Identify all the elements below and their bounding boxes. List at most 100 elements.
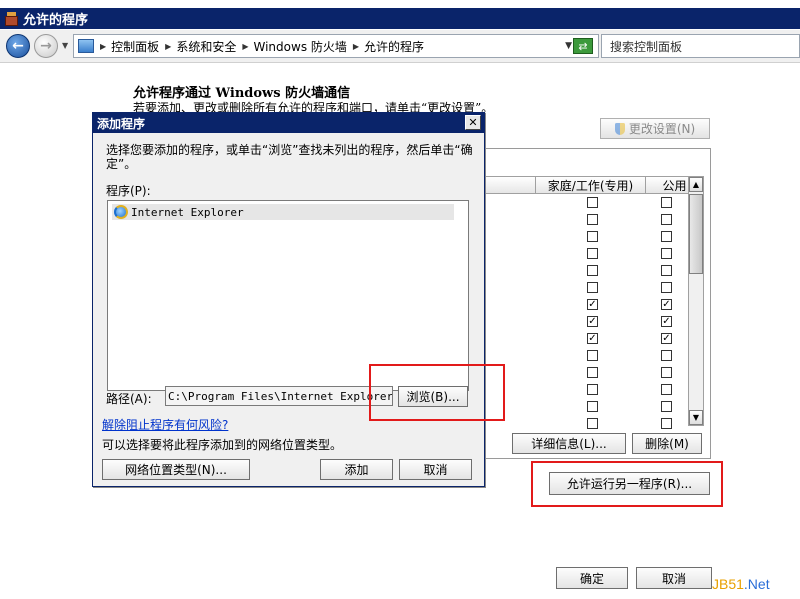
window-title-bar: 允许的程序 bbox=[0, 8, 800, 29]
table-row[interactable] bbox=[482, 415, 688, 432]
table-row[interactable] bbox=[482, 245, 688, 262]
search-input[interactable]: 搜索控制面板 bbox=[601, 34, 800, 58]
scroll-down-icon[interactable]: ▼ bbox=[689, 410, 703, 425]
home-work-checkbox[interactable] bbox=[587, 214, 598, 225]
breadcrumb[interactable]: ▶ 控制面板 ▶ 系统和安全 ▶ Windows 防火墙 ▶ 允许的程序 ▼ bbox=[73, 34, 599, 58]
breadcrumb-separator-icon[interactable]: ▶ bbox=[165, 42, 171, 51]
public-checkbox[interactable]: ✓ bbox=[661, 299, 672, 310]
column-header-name[interactable] bbox=[482, 176, 536, 194]
home-work-checkbox[interactable] bbox=[587, 197, 598, 208]
details-button[interactable]: 详细信息(L)... bbox=[512, 433, 626, 454]
public-checkbox[interactable] bbox=[661, 384, 672, 395]
public-checkbox[interactable] bbox=[661, 265, 672, 276]
program-name: Internet Explorer bbox=[131, 205, 244, 219]
home-work-checkbox[interactable] bbox=[587, 401, 598, 412]
control-panel-icon bbox=[78, 39, 94, 53]
breadcrumb-control-panel[interactable]: 控制面板 bbox=[111, 38, 159, 55]
table-row[interactable]: ✓ ✓ bbox=[482, 313, 688, 330]
public-checkbox[interactable] bbox=[661, 367, 672, 378]
internet-explorer-icon bbox=[114, 205, 128, 219]
public-checkbox[interactable] bbox=[661, 401, 672, 412]
delete-button[interactable]: 删除(M) bbox=[632, 433, 702, 454]
table-row[interactable] bbox=[482, 398, 688, 415]
address-dropdown-icon[interactable]: ▼ bbox=[565, 41, 572, 51]
highlight-box-browse bbox=[369, 364, 505, 421]
network-location-description: 可以选择要将此程序添加到的网络位置类型。 bbox=[102, 438, 343, 452]
add-button[interactable]: 添加 bbox=[320, 459, 393, 480]
breadcrumb-separator-icon[interactable]: ▶ bbox=[242, 42, 248, 51]
breadcrumb-system-security[interactable]: 系统和安全 bbox=[176, 38, 236, 55]
program-list[interactable]: Internet Explorer bbox=[107, 200, 469, 391]
home-work-checkbox[interactable]: ✓ bbox=[587, 316, 598, 327]
list-item[interactable]: Internet Explorer bbox=[112, 204, 454, 220]
home-work-checkbox[interactable] bbox=[587, 265, 598, 276]
home-work-checkbox[interactable] bbox=[587, 350, 598, 361]
dialog-instruction: 选择您要添加的程序，或单击“浏览”查找未列出的程序，然后单击“确定”。 bbox=[106, 143, 473, 171]
public-checkbox[interactable]: ✓ bbox=[661, 333, 672, 344]
breadcrumb-separator-icon[interactable]: ▶ bbox=[353, 42, 359, 51]
dialog-title-bar: 添加程序 ✕ bbox=[93, 113, 484, 133]
home-work-checkbox[interactable] bbox=[587, 248, 598, 259]
table-row[interactable] bbox=[482, 364, 688, 381]
public-checkbox[interactable] bbox=[661, 418, 672, 429]
close-icon[interactable]: ✕ bbox=[465, 115, 481, 130]
scroll-up-icon[interactable]: ▲ bbox=[689, 177, 703, 192]
add-program-dialog: 添加程序 ✕ 选择您要添加的程序，或单击“浏览”查找未列出的程序，然后单击“确定… bbox=[92, 112, 485, 487]
home-work-checkbox[interactable] bbox=[587, 231, 598, 242]
change-settings-label: 更改设置(N) bbox=[628, 122, 696, 136]
forward-button[interactable]: → bbox=[34, 34, 58, 58]
firewall-icon bbox=[4, 11, 20, 26]
column-header-home-work[interactable]: 家庭/工作(专用) bbox=[536, 176, 646, 194]
highlight-box-allow-another bbox=[531, 461, 723, 507]
forward-arrow-icon: → bbox=[40, 38, 52, 54]
public-checkbox[interactable]: ✓ bbox=[661, 316, 672, 327]
public-checkbox[interactable] bbox=[661, 282, 672, 293]
program-label: 程序(P): bbox=[106, 184, 151, 198]
table-row[interactable] bbox=[482, 347, 688, 364]
table-row[interactable] bbox=[482, 279, 688, 296]
rule-list: ✓ ✓ ✓ ✓ ✓ ✓ bbox=[482, 194, 688, 432]
table-row[interactable] bbox=[482, 194, 688, 211]
back-arrow-icon: ← bbox=[12, 38, 24, 54]
public-checkbox[interactable] bbox=[661, 248, 672, 259]
table-row[interactable] bbox=[482, 381, 688, 398]
public-checkbox[interactable] bbox=[661, 231, 672, 242]
home-work-checkbox[interactable] bbox=[587, 418, 598, 429]
scroll-thumb[interactable] bbox=[689, 194, 703, 274]
network-location-type-button[interactable]: 网络位置类型(N)... bbox=[102, 459, 250, 480]
column-headers: 家庭/工作(专用) 公用 bbox=[482, 176, 704, 194]
home-work-checkbox[interactable]: ✓ bbox=[587, 333, 598, 344]
window-title: 允许的程序 bbox=[23, 13, 89, 28]
home-work-checkbox[interactable]: ✓ bbox=[587, 299, 598, 310]
uac-shield-icon bbox=[614, 122, 625, 135]
history-dropdown-icon[interactable]: ▼ bbox=[62, 41, 68, 50]
change-settings-button[interactable]: 更改设置(N) bbox=[600, 118, 710, 139]
ok-button[interactable]: 确定 bbox=[556, 567, 628, 589]
cancel-button[interactable]: 取消 bbox=[636, 567, 712, 589]
table-row[interactable]: ✓ ✓ bbox=[482, 296, 688, 313]
dialog-title: 添加程序 bbox=[97, 116, 146, 131]
public-checkbox[interactable] bbox=[661, 197, 672, 208]
path-input[interactable]: C:\Program Files\Internet Explorer\ie bbox=[165, 386, 393, 406]
public-checkbox[interactable] bbox=[661, 350, 672, 361]
list-scrollbar[interactable]: ▲ ▼ bbox=[688, 176, 704, 426]
dialog-cancel-button[interactable]: 取消 bbox=[399, 459, 472, 480]
breadcrumb-allowed-programs[interactable]: 允许的程序 bbox=[364, 38, 424, 55]
address-bar: ← → ▼ ▶ 控制面板 ▶ 系统和安全 ▶ Windows 防火墙 ▶ 允许的… bbox=[0, 30, 800, 63]
back-button[interactable]: ← bbox=[6, 34, 30, 58]
home-work-checkbox[interactable] bbox=[587, 282, 598, 293]
path-label: 路径(A): bbox=[106, 392, 152, 406]
watermark: JB51.Net bbox=[712, 576, 770, 592]
home-work-checkbox[interactable] bbox=[587, 367, 598, 378]
table-row[interactable] bbox=[482, 228, 688, 245]
risk-help-link[interactable]: 解除阻止程序有何风险? bbox=[102, 416, 228, 433]
refresh-button[interactable]: ⇄ bbox=[573, 38, 593, 54]
breadcrumb-firewall[interactable]: Windows 防火墙 bbox=[254, 38, 347, 55]
table-row[interactable] bbox=[482, 262, 688, 279]
public-checkbox[interactable] bbox=[661, 214, 672, 225]
home-work-checkbox[interactable] bbox=[587, 384, 598, 395]
refresh-icon: ⇄ bbox=[578, 39, 588, 53]
table-row[interactable]: ✓ ✓ bbox=[482, 330, 688, 347]
breadcrumb-separator-icon[interactable]: ▶ bbox=[100, 42, 106, 51]
table-row[interactable] bbox=[482, 211, 688, 228]
